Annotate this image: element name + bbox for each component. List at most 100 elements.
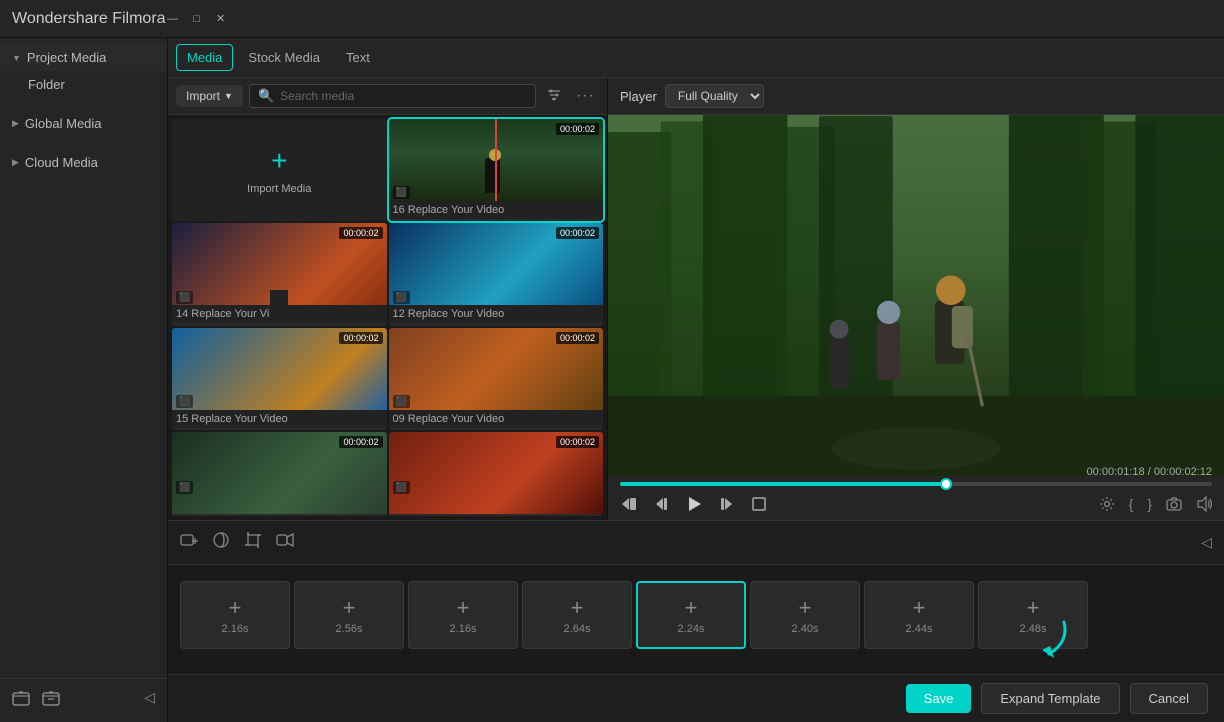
- sidebar-item-folder[interactable]: Folder: [0, 71, 167, 98]
- frame-back-button[interactable]: [652, 495, 670, 513]
- timeline-slot-0[interactable]: + 2.16s: [180, 581, 290, 649]
- media-item-16[interactable]: 00:00:02 ⬛ 16 Replace Your Video: [389, 119, 604, 221]
- time-display: 00:00:01:18 / 00:00:02:12: [1087, 466, 1212, 478]
- snapshot-button[interactable]: [1166, 496, 1182, 512]
- media-duration-15: 00:00:02: [339, 332, 382, 344]
- tab-text[interactable]: Text: [335, 44, 381, 71]
- player-header: Player Full Quality 1/2 Quality 1/4 Qual…: [608, 78, 1224, 115]
- collapse-sidebar-icon[interactable]: ◁: [144, 689, 155, 712]
- progress-thumb: [940, 478, 952, 490]
- dropdown-arrow-icon: ▼: [224, 91, 233, 101]
- chevron-right-icon-2: ▶: [12, 157, 19, 168]
- film-icon-badge-a: ⬛: [176, 481, 193, 494]
- progress-track[interactable]: [620, 482, 1212, 486]
- sidebar-section-global: ▶ Global Media: [0, 104, 167, 143]
- media-item-12[interactable]: 00:00:02 ⬛ 12 Replace Your Video: [389, 223, 604, 325]
- play-button[interactable]: [684, 494, 704, 514]
- bottom-toolbar: ◁: [168, 520, 1224, 564]
- delete-folder-icon[interactable]: [42, 689, 60, 712]
- player-video: [608, 115, 1224, 476]
- quality-select[interactable]: Full Quality 1/2 Quality 1/4 Quality: [665, 84, 764, 108]
- cancel-button[interactable]: Cancel: [1130, 683, 1208, 714]
- sidebar-section-cloud: ▶ Cloud Media: [0, 143, 167, 182]
- media-panel: Import ▼ 🔍 ··· + I: [168, 78, 608, 520]
- stop-button[interactable]: [750, 495, 768, 513]
- volume-button[interactable]: [1196, 496, 1212, 512]
- timeline-slot-4[interactable]: + 2.24s: [636, 581, 746, 649]
- timeline-slot-1[interactable]: + 2.56s: [294, 581, 404, 649]
- sidebar-item-global-media[interactable]: ▶ Global Media: [0, 110, 167, 137]
- record-icon[interactable]: [276, 531, 294, 554]
- progress-fill: [620, 482, 946, 486]
- media-label-12: 12 Replace Your Video: [389, 305, 604, 323]
- film-icon-badge-15: ⬛: [176, 395, 193, 408]
- timeline-slot-3[interactable]: + 2.64s: [522, 581, 632, 649]
- split-icon[interactable]: [212, 531, 230, 554]
- add-media-icon[interactable]: [180, 531, 198, 554]
- media-duration-12: 00:00:02: [556, 227, 599, 239]
- close-button[interactable]: ✕: [214, 12, 228, 26]
- media-label-09: 09 Replace Your Video: [389, 410, 604, 428]
- content-area: Media Stock Media Text Import ▼ 🔍: [168, 38, 1224, 722]
- media-item-a[interactable]: 00:00:02 ⬛: [172, 432, 387, 516]
- search-input[interactable]: [280, 89, 527, 103]
- media-item-15[interactable]: 00:00:02 ⬛ 15 Replace Your Video: [172, 328, 387, 430]
- player-controls: 00:00:01:18 / 00:00:02:12: [608, 476, 1224, 520]
- frame-fwd-button[interactable]: [718, 495, 736, 513]
- media-duration-16: 00:00:02: [556, 123, 599, 135]
- sidebar-item-project-media[interactable]: ▼ Project Media: [0, 44, 167, 71]
- media-label-15: 15 Replace Your Video: [172, 410, 387, 428]
- timeline-slot-6[interactable]: + 2.44s: [864, 581, 974, 649]
- expand-template-button[interactable]: Expand Template: [981, 683, 1119, 714]
- film-icon-badge-14: ⬛: [176, 291, 193, 304]
- sidebar-section-project: ▼ Project Media Folder: [0, 38, 167, 104]
- progress-bar-wrap: 00:00:01:18 / 00:00:02:12: [620, 482, 1212, 486]
- sidebar: ▼ Project Media Folder ▶ Global Media ▶ …: [0, 38, 168, 722]
- window-controls: — □ ✕: [166, 12, 228, 26]
- media-item-09[interactable]: 00:00:02 ⬛ 09 Replace Your Video: [389, 328, 604, 430]
- app-title: Wondershare Filmora: [12, 10, 166, 28]
- timeline-slot-5[interactable]: + 2.40s: [750, 581, 860, 649]
- import-media-item[interactable]: + Import Media: [172, 119, 387, 221]
- import-button[interactable]: Import ▼: [176, 85, 243, 107]
- playback-controls: [620, 494, 768, 514]
- out-point-button[interactable]: }: [1147, 496, 1152, 512]
- search-box: 🔍: [249, 84, 536, 108]
- media-duration-a: 00:00:02: [339, 436, 382, 448]
- media-duration-b: 00:00:02: [556, 436, 599, 448]
- maximize-button[interactable]: □: [190, 12, 204, 26]
- chevron-right-icon: ▶: [12, 118, 19, 129]
- film-icon-badge-b: ⬛: [393, 481, 410, 494]
- tab-media[interactable]: Media: [176, 44, 233, 71]
- sidebar-item-cloud-media[interactable]: ▶ Cloud Media: [0, 149, 167, 176]
- add-folder-icon[interactable]: [12, 689, 30, 712]
- video-background: [608, 115, 1224, 476]
- main-layout: ▼ Project Media Folder ▶ Global Media ▶ …: [0, 38, 1224, 722]
- in-point-button[interactable]: {: [1129, 496, 1134, 512]
- player-label: Player: [620, 89, 657, 104]
- film-icon-badge-12: ⬛: [393, 291, 410, 304]
- collapse-button[interactable]: ◁: [1201, 534, 1212, 551]
- minimize-button[interactable]: —: [166, 12, 180, 26]
- media-duration-14: 00:00:02: [339, 227, 382, 239]
- save-button[interactable]: Save: [906, 684, 972, 713]
- controls-row: { }: [620, 494, 1212, 514]
- media-label-16: 16 Replace Your Video: [389, 201, 604, 219]
- timeline-slot-2[interactable]: + 2.16s: [408, 581, 518, 649]
- crop-icon[interactable]: [244, 531, 262, 554]
- action-bar: Save Expand Template Cancel: [168, 674, 1224, 722]
- filter-icon[interactable]: [542, 85, 566, 108]
- media-item-b[interactable]: 00:00:02 ⬛: [389, 432, 604, 516]
- film-icon-badge: ⬛: [393, 186, 410, 199]
- media-item-14[interactable]: 00:00:02 ⬛ 14 Replace Your Video: [172, 223, 387, 325]
- settings-icon[interactable]: [1099, 496, 1115, 512]
- title-bar: Wondershare Filmora — □ ✕: [0, 0, 1224, 38]
- tab-stock-media[interactable]: Stock Media: [237, 44, 331, 71]
- top-tabs: Media Stock Media Text: [168, 38, 1224, 78]
- chevron-down-icon: ▼: [12, 53, 21, 63]
- video-scene-svg: [608, 115, 1224, 476]
- rewind-button[interactable]: [620, 495, 638, 513]
- arrow-indicator: [1014, 612, 1074, 667]
- more-options-icon[interactable]: ···: [572, 85, 599, 107]
- cloud-media-label: Cloud Media: [25, 155, 155, 170]
